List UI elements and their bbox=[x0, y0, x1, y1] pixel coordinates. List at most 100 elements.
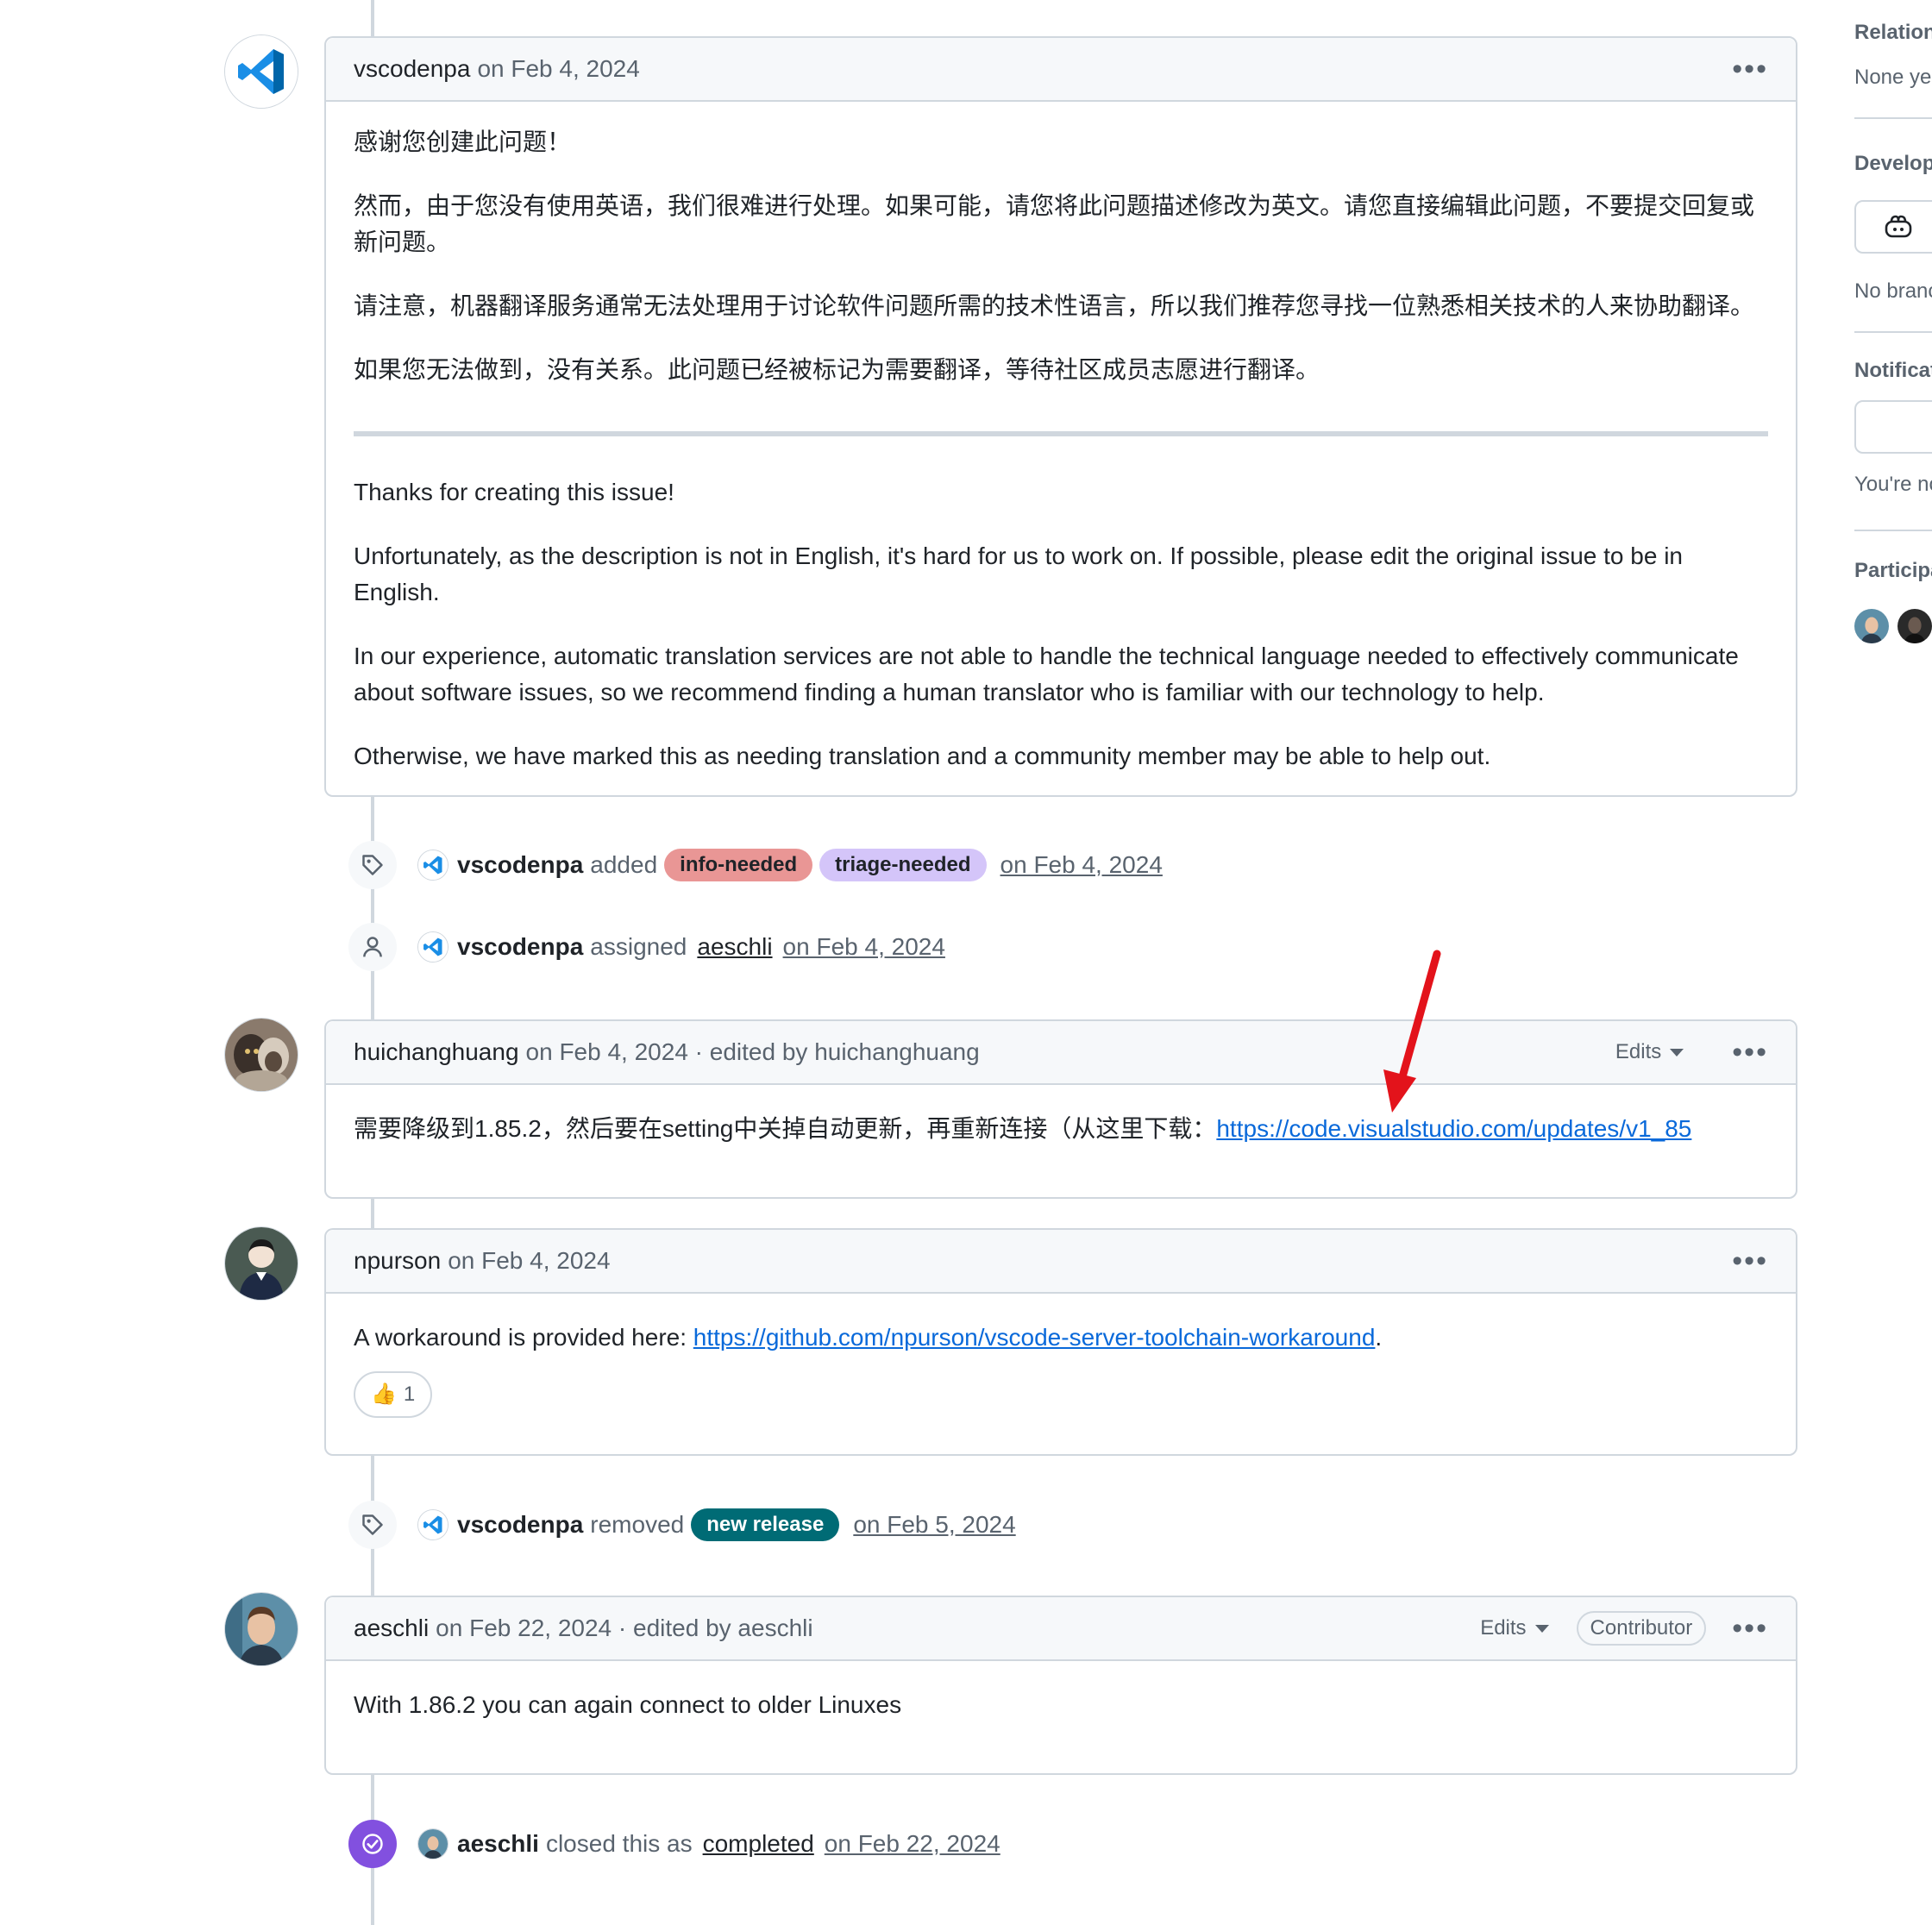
sidebar-notifications-title: Notificat bbox=[1854, 359, 1932, 382]
triangle-down-icon bbox=[1534, 1624, 1549, 1633]
avatar-aeschli[interactable] bbox=[224, 1592, 298, 1666]
comment-date[interactable]: on Feb 4, 2024 · edited by huichanghuang bbox=[526, 1038, 980, 1066]
comment-body: With 1.86.2 you can again connect to old… bbox=[326, 1661, 1796, 1747]
create-branch-button[interactable] bbox=[1854, 200, 1932, 254]
paragraph: Otherwise, we have marked this as needin… bbox=[354, 743, 1491, 769]
vscode-logo-icon[interactable] bbox=[417, 850, 448, 881]
sidebar-development-title[interactable]: Develop bbox=[1854, 152, 1932, 176]
sidebar-participants-title: Participa bbox=[1854, 559, 1932, 582]
comment-body: A workaround is provided here: https://g… bbox=[326, 1294, 1796, 1442]
check-circle-icon bbox=[348, 1820, 397, 1868]
vscode-logo-icon bbox=[225, 35, 298, 108]
paragraph: 如果您无法做到，没有关系。此问题已经被标记为需要翻译，等待社区成员志愿进行翻译。 bbox=[354, 356, 1320, 383]
edits-label: Edits bbox=[1615, 1040, 1662, 1063]
edits-dropdown[interactable]: Edits bbox=[1480, 1616, 1549, 1640]
avatar-npurson[interactable] bbox=[224, 1226, 298, 1301]
sidebar-development-value: No branc bbox=[1854, 279, 1932, 303]
comment-aeschli: aeschli on Feb 22, 2024 · edited by aesc… bbox=[324, 1596, 1797, 1775]
participant-avatar[interactable] bbox=[1898, 609, 1932, 643]
triangle-down-icon bbox=[1670, 1048, 1684, 1057]
comment-header: vscodenpa on Feb 4, 2024 ••• bbox=[326, 38, 1796, 102]
tag-icon bbox=[348, 841, 397, 889]
edits-label: Edits bbox=[1480, 1616, 1527, 1640]
comment-date[interactable]: on Feb 4, 2024 bbox=[448, 1247, 610, 1275]
annotation-arrow bbox=[1383, 950, 1441, 1113]
event-date[interactable]: on Feb 4, 2024 bbox=[783, 933, 945, 961]
timeline-event-closed: aeschli closed this as completed on Feb … bbox=[348, 1820, 1000, 1868]
event-verb: removed bbox=[590, 1511, 685, 1538]
reaction-thumbs-up[interactable]: 👍 1 bbox=[354, 1371, 433, 1418]
workaround-link[interactable]: https://github.com/npurson/vscode-server… bbox=[693, 1324, 1376, 1351]
comment-header: npurson on Feb 4, 2024 ••• bbox=[326, 1230, 1796, 1294]
label-info-needed[interactable]: info-needed bbox=[664, 849, 813, 881]
event-actor[interactable]: vscodenpa bbox=[457, 1511, 583, 1539]
timeline-event-assigned: vscodenpa assigned aeschli on Feb 4, 202… bbox=[348, 923, 945, 971]
event-actor[interactable]: aeschli bbox=[457, 1830, 539, 1858]
event-actor[interactable]: vscodenpa bbox=[457, 851, 583, 879]
label-triage-needed[interactable]: triage-needed bbox=[819, 849, 987, 881]
reaction-count: 1 bbox=[403, 1383, 416, 1406]
comment-body: 感谢您创建此问题！ 然而，由于您没有使用英语，我们很难进行处理。如果可能，请您将… bbox=[326, 102, 1796, 826]
timeline-event-labeled: vscodenpa added info-needed triage-neede… bbox=[348, 841, 1163, 889]
comment-vscodenpa: vscodenpa on Feb 4, 2024 ••• 感谢您创建此问题！ 然… bbox=[324, 36, 1797, 797]
event-date[interactable]: on Feb 4, 2024 bbox=[1000, 851, 1163, 879]
event-verb: added bbox=[590, 851, 658, 878]
event-date[interactable]: on Feb 22, 2024 bbox=[825, 1830, 1000, 1858]
comment-author[interactable]: npurson bbox=[354, 1247, 441, 1275]
assignee-link[interactable]: aeschli bbox=[697, 933, 772, 961]
paragraph: Thanks for creating this issue! bbox=[354, 479, 674, 505]
avatar-aeschli-small[interactable] bbox=[417, 1828, 448, 1859]
kebab-horizontal-icon[interactable]: ••• bbox=[1732, 1614, 1768, 1643]
comment-text: 需要降级到1.85.2，然后要在setting中关掉自动更新，再重新连接（从这里… bbox=[354, 1115, 1217, 1142]
cats-photo-icon bbox=[225, 1019, 298, 1091]
vscode-logo-icon[interactable] bbox=[417, 1509, 448, 1540]
comment-text: With 1.86.2 you can again connect to old… bbox=[354, 1691, 902, 1718]
paragraph: 请注意，机器翻译服务通常无法处理用于讨论软件问题所需的技术性语言，所以我们推荐您… bbox=[354, 292, 1755, 319]
timeline-line bbox=[371, 795, 374, 1021]
comment-date[interactable]: on Feb 22, 2024 · edited by aeschli bbox=[436, 1615, 812, 1642]
sidebar-divider bbox=[1854, 530, 1932, 531]
event-date[interactable]: on Feb 5, 2024 bbox=[853, 1511, 1015, 1539]
sidebar-divider bbox=[1854, 117, 1932, 119]
kebab-horizontal-icon[interactable]: ••• bbox=[1732, 54, 1768, 84]
kebab-horizontal-icon[interactable]: ••• bbox=[1732, 1038, 1768, 1067]
avatar-huichanghuang[interactable] bbox=[224, 1018, 298, 1092]
person-photo-icon bbox=[225, 1593, 298, 1665]
kebab-horizontal-icon[interactable]: ••• bbox=[1732, 1246, 1768, 1276]
comment-text-suffix: . bbox=[1375, 1324, 1383, 1351]
avatar-vscodenpa[interactable] bbox=[224, 34, 298, 109]
event-verb: closed this as bbox=[545, 1830, 693, 1857]
issue-sidebar: Relation None ye Develop No branc Notifi… bbox=[1854, 0, 1932, 690]
label-new-release[interactable]: new release bbox=[691, 1508, 840, 1541]
sidebar-notifications-value: You're no bbox=[1854, 473, 1932, 496]
thumbs-up-icon: 👍 bbox=[371, 1383, 397, 1406]
close-reason-link[interactable]: completed bbox=[703, 1830, 814, 1858]
timeline-event-unlabeled: vscodenpa removed new release on Feb 5, … bbox=[348, 1501, 1016, 1549]
comment-author[interactable]: huichanghuang bbox=[354, 1038, 519, 1066]
subscribe-button[interactable] bbox=[1854, 400, 1932, 454]
download-link[interactable]: https://code.visualstudio.com/updates/v1… bbox=[1216, 1115, 1691, 1142]
comment-header: aeschli on Feb 22, 2024 · edited by aesc… bbox=[326, 1597, 1796, 1661]
paragraph: Unfortunately, as the description is not… bbox=[354, 542, 1683, 605]
copilot-icon bbox=[1885, 215, 1912, 238]
paragraph: In our experience, automatic translation… bbox=[354, 643, 1739, 705]
edits-dropdown[interactable]: Edits bbox=[1615, 1040, 1684, 1064]
comment-date[interactable]: on Feb 4, 2024 bbox=[477, 55, 639, 83]
tag-icon bbox=[348, 1501, 397, 1549]
event-actor[interactable]: vscodenpa bbox=[457, 933, 583, 961]
sidebar-relationships-value: None ye bbox=[1854, 66, 1932, 89]
comment-npurson: npurson on Feb 4, 2024 ••• A workaround … bbox=[324, 1228, 1797, 1456]
comment-body: 需要降级到1.85.2，然后要在setting中关掉自动更新，再重新连接（从这里… bbox=[326, 1085, 1796, 1171]
comment-header: huichanghuang on Feb 4, 2024 · edited by… bbox=[326, 1021, 1796, 1085]
person-illustration-icon bbox=[225, 1227, 298, 1300]
event-verb: assigned bbox=[590, 933, 687, 960]
person-icon bbox=[348, 923, 397, 971]
paragraph: 感谢您创建此问题！ bbox=[354, 129, 572, 155]
comment-author[interactable]: aeschli bbox=[354, 1615, 429, 1642]
comment-author[interactable]: vscodenpa bbox=[354, 55, 470, 83]
vscode-logo-icon[interactable] bbox=[417, 931, 448, 962]
timeline-line bbox=[371, 0, 374, 38]
comment-text: A workaround is provided here: bbox=[354, 1324, 693, 1351]
sidebar-relationships-title: Relation bbox=[1854, 21, 1932, 44]
participant-avatar[interactable] bbox=[1854, 609, 1889, 643]
